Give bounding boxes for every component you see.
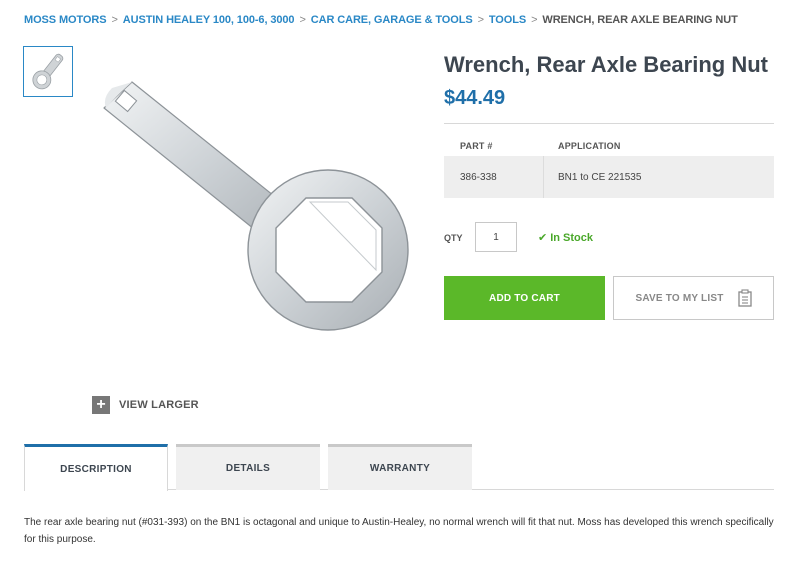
application-header: APPLICATION — [558, 141, 621, 151]
plus-icon: + — [92, 396, 110, 414]
view-larger-label: VIEW LARGER — [119, 399, 199, 411]
product-title: Wrench, Rear Axle Bearing Nut — [444, 52, 768, 77]
stock-status: ✔ In Stock — [538, 231, 594, 245]
add-to-cart-button[interactable]: ADD TO CART — [444, 276, 605, 320]
breadcrumb-separator: > — [111, 14, 118, 26]
part-table: PART # APPLICATION 386-338 BN1 to CE 221… — [444, 136, 774, 198]
wrench-thumbnail-icon — [32, 53, 64, 89]
breadcrumb-separator: > — [531, 14, 538, 26]
quantity-input[interactable] — [475, 222, 517, 252]
part-number-header: PART # — [460, 141, 493, 151]
breadcrumb-link-car-care[interactable]: CAR CARE, GARAGE & TOOLS — [311, 14, 473, 26]
application-cell: BN1 to CE 221535 — [558, 171, 642, 183]
part-table-header: PART # APPLICATION — [444, 136, 774, 156]
breadcrumb-link-moss-motors[interactable]: MOSS MOTORS — [24, 14, 107, 26]
breadcrumb-link-austin-healey[interactable]: AUSTIN HEALEY 100, 100-6, 3000 — [123, 14, 295, 26]
tab-description[interactable]: DESCRIPTION — [24, 444, 168, 491]
product-thumbnail[interactable] — [23, 46, 73, 97]
save-to-list-label: SAVE TO MY LIST — [635, 292, 724, 304]
save-to-list-button[interactable]: SAVE TO MY LIST — [613, 276, 774, 320]
breadcrumb-link-tools[interactable]: TOOLS — [489, 14, 526, 26]
tab-warranty[interactable]: WARRANTY — [328, 444, 472, 490]
product-price: $44.49 — [444, 87, 506, 109]
qty-label: QTY — [444, 233, 463, 243]
clipboard-icon — [737, 289, 752, 307]
checkmark-icon: ✔ — [538, 232, 548, 244]
description-text: The rear axle bearing nut (#031-393) on … — [24, 517, 774, 545]
divider — [444, 123, 774, 124]
breadcrumb: MOSS MOTORS > AUSTIN HEALEY 100, 100-6, 30… — [24, 14, 738, 26]
tab-details[interactable]: DETAILS — [176, 444, 320, 490]
breadcrumb-separator: > — [477, 14, 484, 26]
product-main-image[interactable] — [92, 60, 422, 335]
stock-status-label: In Stock — [550, 231, 594, 244]
breadcrumb-separator: > — [299, 14, 306, 26]
view-larger-button[interactable]: + VIEW LARGER — [92, 396, 199, 414]
part-number-cell: 386-338 — [444, 156, 544, 198]
breadcrumb-current: WRENCH, REAR AXLE BEARING NUT — [542, 14, 738, 26]
table-row: 386-338 BN1 to CE 221535 — [444, 156, 774, 198]
product-tabs: DESCRIPTION DETAILS WARRANTY — [24, 444, 774, 491]
